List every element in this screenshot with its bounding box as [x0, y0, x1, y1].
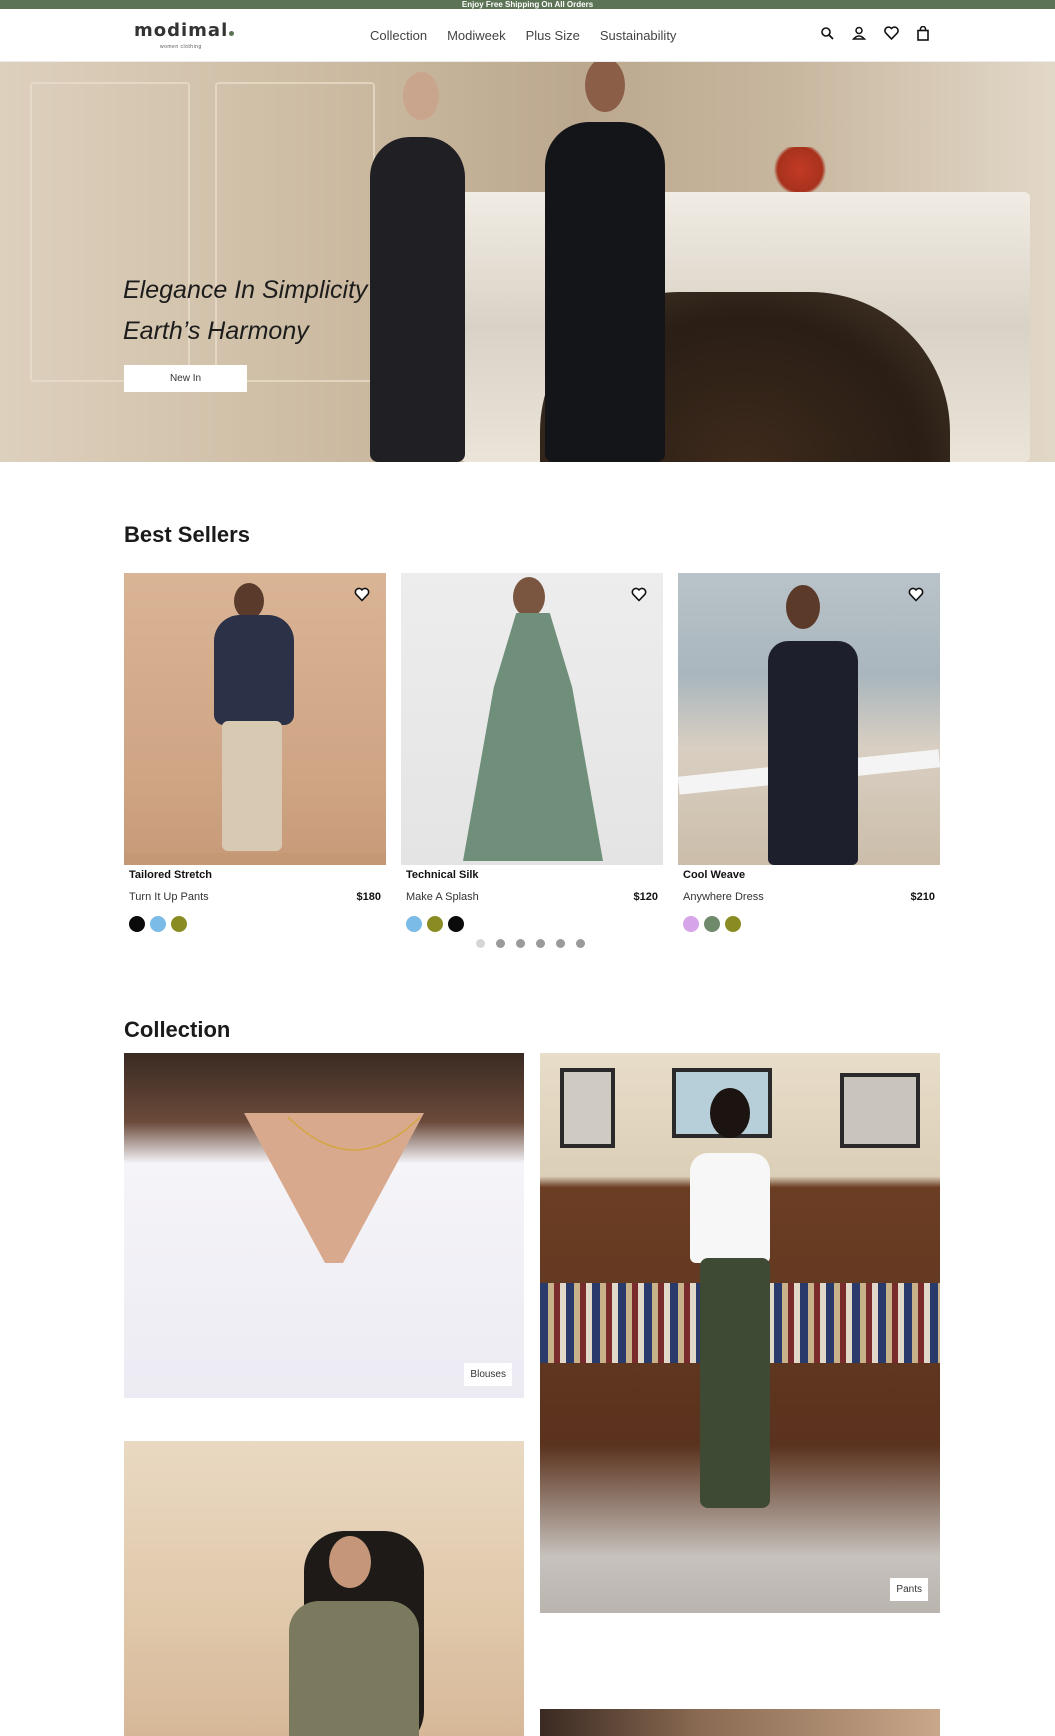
collection-title: Collection — [124, 1017, 231, 1042]
product-price: $180 — [356, 891, 381, 903]
figure-head — [234, 583, 264, 619]
carousel-dot[interactable] — [536, 939, 545, 948]
carousel-dot[interactable] — [576, 939, 585, 948]
logo-dot — [229, 31, 235, 36]
collection-tile-blouses[interactable]: Blouses — [124, 1053, 524, 1398]
color-swatch-black[interactable] — [129, 916, 145, 932]
color-swatch-black[interactable] — [448, 916, 464, 932]
model-figure — [370, 137, 465, 462]
nav-item-sustainability[interactable]: Sustainability — [600, 28, 677, 43]
figure-shirt — [690, 1153, 770, 1263]
figure-dress — [768, 641, 858, 865]
carousel-dot[interactable] — [556, 939, 565, 948]
model-figure — [545, 122, 665, 462]
nav-item-collection[interactable]: Collection — [370, 28, 427, 43]
product-card[interactable]: Cool Weave Anywhere Dress $210 — [678, 573, 940, 943]
figure-head — [710, 1088, 750, 1138]
announcement-text: Enjoy Free Shipping On All Orders — [461, 0, 594, 9]
necklace-icon — [287, 1116, 421, 1151]
header-icons — [818, 24, 946, 42]
color-swatches — [683, 916, 746, 932]
color-swatch-olive[interactable] — [427, 916, 443, 932]
tile-label: Blouses — [464, 1363, 512, 1386]
figure-dress — [463, 613, 603, 861]
figure-head — [329, 1536, 371, 1588]
product-name[interactable]: Cool Weave — [683, 869, 745, 881]
wishlist-heart-icon[interactable] — [631, 587, 649, 605]
color-swatch-light-blue[interactable] — [406, 916, 422, 932]
product-price: $120 — [633, 891, 658, 903]
main-nav: Collection Modiweek Plus Size Sustainabi… — [370, 9, 696, 62]
carousel-dot[interactable] — [496, 939, 505, 948]
model-head — [403, 72, 439, 120]
best-sellers-title: Best Sellers — [124, 522, 250, 547]
hero-subheadline: Earth’s Harmony — [123, 317, 309, 345]
product-name[interactable]: Tailored Stretch — [129, 869, 212, 881]
product-subtitle: Turn It Up Pants — [129, 891, 209, 903]
product-subtitle: Make A Splash — [406, 891, 479, 903]
wishlist-heart-icon[interactable] — [354, 587, 372, 605]
search-icon[interactable] — [818, 24, 836, 42]
product-image[interactable] — [124, 573, 386, 865]
product-card[interactable]: Technical Silk Make A Splash $120 — [401, 573, 663, 943]
color-swatch-sage[interactable] — [704, 916, 720, 932]
bag-icon[interactable] — [914, 24, 932, 42]
wishlist-icon[interactable] — [882, 24, 900, 42]
nav-item-modiweek[interactable]: Modiweek — [447, 28, 506, 43]
figure-pants — [700, 1258, 770, 1508]
carousel-dots — [476, 939, 596, 948]
color-swatches — [129, 916, 192, 932]
collection-tile-pants[interactable]: Pants — [540, 1053, 940, 1613]
figure-sweater — [214, 615, 294, 725]
figure-pants — [222, 721, 282, 851]
brand-name: modimal — [134, 20, 229, 41]
figure-head — [513, 577, 545, 617]
hero-text: Elegance In Simplicity Earth’s Harmony — [123, 270, 368, 352]
collection-tile-dresses[interactable] — [124, 1441, 524, 1736]
color-swatch-olive[interactable] — [725, 916, 741, 932]
new-in-button[interactable]: New In — [124, 365, 247, 392]
model-head — [585, 62, 625, 112]
wishlist-heart-icon[interactable] — [908, 587, 926, 605]
carousel-dot[interactable] — [476, 939, 485, 948]
brand-tagline: women clothing — [160, 44, 202, 50]
wall-frame — [560, 1068, 615, 1148]
product-image[interactable] — [678, 573, 940, 865]
announcement-bar: Enjoy Free Shipping On All Orders — [0, 0, 1055, 9]
hero-headline: Elegance In Simplicity — [123, 276, 368, 304]
brand-logo[interactable]: modimal women clothing — [134, 20, 244, 54]
color-swatch-lavender[interactable] — [683, 916, 699, 932]
product-subtitle: Anywhere Dress — [683, 891, 764, 903]
color-swatches — [406, 916, 469, 932]
product-card[interactable]: Tailored Stretch Turn It Up Pants $180 — [124, 573, 386, 943]
figure-head — [786, 585, 820, 629]
color-swatch-olive[interactable] — [171, 916, 187, 932]
site-header: modimal women clothing Collection Modiwe… — [0, 9, 1055, 62]
floor — [124, 853, 386, 865]
tile-label: Pants — [890, 1578, 928, 1601]
account-icon[interactable] — [850, 24, 868, 42]
nav-item-plus-size[interactable]: Plus Size — [526, 28, 580, 43]
product-name[interactable]: Technical Silk — [406, 869, 479, 881]
color-swatch-light-blue[interactable] — [150, 916, 166, 932]
carousel-dot[interactable] — [516, 939, 525, 948]
collection-tile-more[interactable] — [540, 1709, 940, 1736]
hero-banner: Elegance In Simplicity Earth’s Harmony N… — [0, 62, 1055, 462]
wall-frame — [840, 1073, 920, 1148]
product-image[interactable] — [401, 573, 663, 865]
product-price: $210 — [910, 891, 935, 903]
flower-vase — [770, 147, 830, 192]
figure-top — [289, 1601, 419, 1736]
